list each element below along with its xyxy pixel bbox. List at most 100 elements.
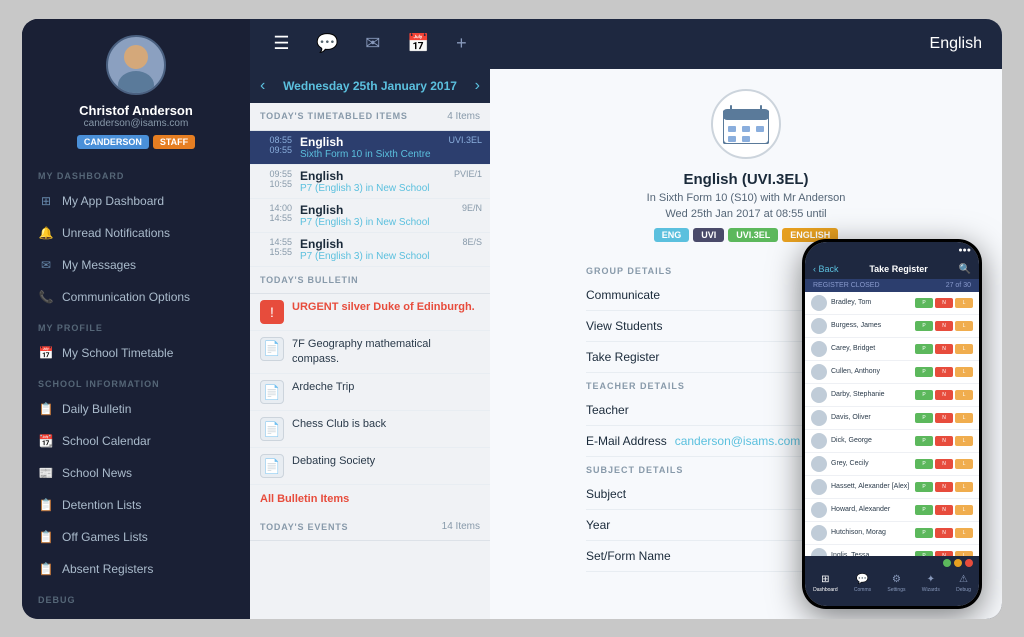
bulletin-item-geography[interactable]: 📄 7F Geography mathematical compass. (250, 331, 490, 375)
end-time-4: 15:55 (258, 247, 292, 257)
section-label-school-info: SCHOOL INFORMATION (22, 369, 250, 393)
phone-nav-comms[interactable]: 💬 Comms (854, 574, 871, 602)
student-item-4[interactable]: Cullen, Anthony P N L (805, 361, 979, 384)
btn-absent-7[interactable]: N (935, 436, 953, 446)
student-item-12[interactable]: Inglis, Tessa P N L (805, 545, 979, 556)
sidebar-item-communication-options[interactable]: 📞 Communication Options (22, 281, 250, 313)
email-label: E-Mail Address (586, 434, 667, 448)
sidebar-item-school-timetable[interactable]: 📅 My School Timetable (22, 337, 250, 369)
student-item-7[interactable]: Dick, George P N L (805, 430, 979, 453)
bulletin-item-debating[interactable]: 📄 Debating Society (250, 448, 490, 485)
btn-absent-8[interactable]: N (935, 459, 953, 469)
timetable-item-2[interactable]: 09:55 10:55 English PVIE/1 P7 (English 3… (250, 165, 490, 199)
btn-late-7[interactable]: L (955, 436, 973, 446)
student-item-10[interactable]: Howard, Alexander P N L (805, 499, 979, 522)
timetable-times-3: 14:00 14:55 (258, 203, 292, 228)
btn-late-5[interactable]: L (955, 390, 973, 400)
main-title: English (930, 35, 982, 53)
envelope-icon[interactable]: ✉ (365, 33, 380, 54)
bulletin-item-chess[interactable]: 📄 Chess Club is back (250, 411, 490, 448)
phone-nav-debug[interactable]: ⚠ Debug (956, 574, 971, 602)
btn-absent-5[interactable]: N (935, 390, 953, 400)
start-time-2: 09:55 (258, 169, 292, 179)
btn-present-6[interactable]: P (915, 413, 933, 423)
sidebar-item-my-messages[interactable]: ✉ My Messages (22, 249, 250, 281)
btn-present-10[interactable]: P (915, 505, 933, 515)
btn-present-3[interactable]: P (915, 344, 933, 354)
bulletin-item-urgent[interactable]: ! URGENT silver Duke of Edinburgh. (250, 294, 490, 331)
student-avatar-8 (811, 456, 827, 472)
register-date: 27 of 30 (946, 282, 971, 289)
sidebar-item-school-news[interactable]: 📰 School News (22, 457, 250, 489)
main-header: English (490, 19, 1002, 69)
timetable-times-2: 09:55 10:55 (258, 169, 292, 194)
btn-absent-10[interactable]: N (935, 505, 953, 515)
chat-icon[interactable]: 💬 (316, 33, 338, 54)
student-item-2[interactable]: Burgess, James P N L (805, 315, 979, 338)
phone-screen: ●●● ‹ Back Take Register 🔍 REGISTER CLOS… (805, 242, 979, 606)
student-item-3[interactable]: Carey, Bridget P N L (805, 338, 979, 361)
timetable-item-1[interactable]: 08:55 09:55 English UVI.3EL Sixth Form 1… (250, 131, 490, 165)
student-name-4: Cullen, Anthony (831, 368, 911, 375)
btn-late-3[interactable]: L (955, 344, 973, 354)
btn-present-9[interactable]: P (915, 482, 933, 492)
sidebar-item-app-dashboard[interactable]: ⊞ My App Dashboard (22, 185, 250, 217)
timetable-detail-2: P7 (English 3) in New School (300, 183, 482, 194)
btn-present-4[interactable]: P (915, 367, 933, 377)
timetable-label: TODAY'S TIMETABLED ITEMS (260, 111, 408, 121)
student-item-5[interactable]: Darby, Stephanie P N L (805, 384, 979, 407)
btn-absent-1[interactable]: N (935, 298, 953, 308)
btn-present-2[interactable]: P (915, 321, 933, 331)
phone-nav-settings[interactable]: ⚙ Settings (887, 574, 905, 602)
bulletin-text-chess: Chess Club is back (292, 417, 386, 432)
btn-absent-11[interactable]: N (935, 528, 953, 538)
btn-late-2[interactable]: L (955, 321, 973, 331)
btn-present-5[interactable]: P (915, 390, 933, 400)
btn-present-7[interactable]: P (915, 436, 933, 446)
student-btns-6: P N L (915, 413, 973, 423)
phone-search-icon[interactable]: 🔍 (959, 264, 971, 275)
phone-nav-dashboard[interactable]: ⊞ Dashboard (813, 574, 837, 602)
btn-present-1[interactable]: P (915, 298, 933, 308)
start-time-4: 14:55 (258, 237, 292, 247)
btn-late-6[interactable]: L (955, 413, 973, 423)
menu-icon[interactable]: ☰ (273, 33, 289, 54)
btn-present-11[interactable]: P (915, 528, 933, 538)
email-value[interactable]: canderson@isams.com (675, 434, 801, 448)
btn-absent-9[interactable]: N (935, 482, 953, 492)
plus-icon[interactable]: + (456, 33, 467, 54)
btn-absent-2[interactable]: N (935, 321, 953, 331)
phone-nav-wizards[interactable]: ✦ Wizards (922, 574, 940, 602)
btn-late-11[interactable]: L (955, 528, 973, 538)
timetable-item-4[interactable]: 14:55 15:55 English 8E/S P7 (English 3) … (250, 233, 490, 267)
btn-late-10[interactable]: L (955, 505, 973, 515)
next-date-arrow[interactable]: › (475, 77, 480, 95)
sidebar-item-detention-lists[interactable]: 📋 Detention Lists (22, 489, 250, 521)
sidebar-item-absent-registers[interactable]: 📋 Absent Registers (22, 553, 250, 585)
student-item-11[interactable]: Hutchison, Morag P N L (805, 522, 979, 545)
btn-absent-4[interactable]: N (935, 367, 953, 377)
btn-late-4[interactable]: L (955, 367, 973, 377)
sidebar-item-daily-bulletin[interactable]: 📋 Daily Bulletin (22, 393, 250, 425)
all-bulletin-link[interactable]: All Bulletin Items (250, 485, 490, 513)
calendar-nav-icon[interactable]: 📅 (407, 33, 429, 54)
btn-present-8[interactable]: P (915, 459, 933, 469)
timetable-item-3[interactable]: 14:00 14:55 English 9E/N P7 (English 3) … (250, 199, 490, 233)
sidebar-item-off-games[interactable]: 📋 Off Games Lists (22, 521, 250, 553)
student-item-9[interactable]: Hassett, Alexander [Alex] P N L (805, 476, 979, 499)
student-btns-7: P N L (915, 436, 973, 446)
btn-absent-3[interactable]: N (935, 344, 953, 354)
student-item-8[interactable]: Grey, Cecily P N L (805, 453, 979, 476)
sidebar-item-unread-notifications[interactable]: 🔔 Unread Notifications (22, 217, 250, 249)
student-item-6[interactable]: Davis, Oliver P N L (805, 407, 979, 430)
btn-late-8[interactable]: L (955, 459, 973, 469)
sidebar-item-school-calendar[interactable]: 📆 School Calendar (22, 425, 250, 457)
btn-late-9[interactable]: L (955, 482, 973, 492)
btn-late-1[interactable]: L (955, 298, 973, 308)
prev-date-arrow[interactable]: ‹ (260, 77, 265, 95)
btn-absent-6[interactable]: N (935, 413, 953, 423)
student-item-1[interactable]: Bradley, Tom P N L (805, 292, 979, 315)
bulletin-item-ardeche[interactable]: 📄 Ardeche Trip (250, 374, 490, 411)
timetable-code-1: UVI.3EL (448, 135, 482, 145)
phone-back-button[interactable]: ‹ Back (813, 264, 839, 274)
